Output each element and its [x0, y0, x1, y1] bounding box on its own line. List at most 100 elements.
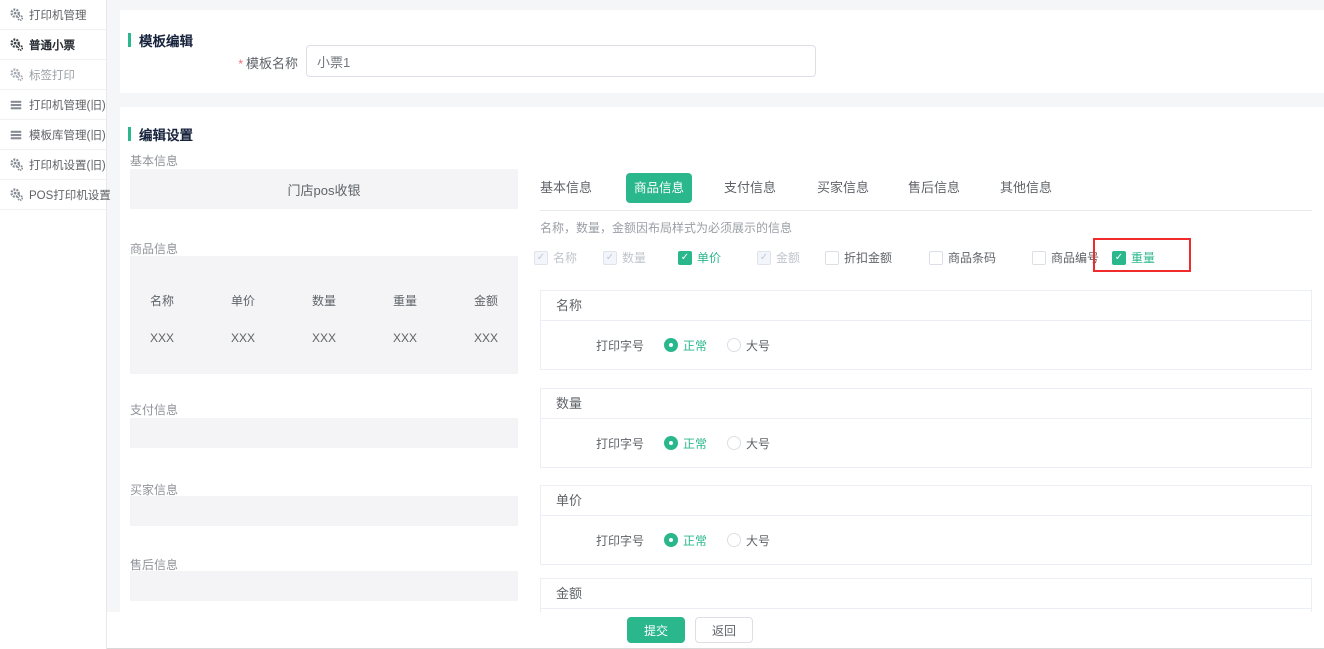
required-fields-note: 名称，数量，金额因布局样式为必须展示的信息	[540, 219, 792, 236]
preview-payment-info-label: 支付信息	[130, 401, 178, 418]
sidebar-item-label-printing[interactable]: 标签打印	[0, 60, 106, 90]
checkbox-icon	[603, 251, 617, 265]
sidebar-item-label: 标签打印	[29, 67, 75, 83]
back-button[interactable]: 返回	[695, 617, 753, 643]
checkbox-amount[interactable]: 金额	[757, 249, 800, 266]
submit-button[interactable]: 提交	[627, 617, 685, 643]
radio-icon	[727, 436, 741, 450]
panel-title: 名称	[541, 291, 1311, 321]
section-header-template-edit: 模板编辑	[128, 30, 193, 50]
checkbox-icon	[1032, 251, 1046, 265]
checkbox-goods-barcode[interactable]: 商品条码	[929, 249, 996, 266]
goods-cell: XXX	[472, 331, 500, 345]
sidebar-item-label: 普通小票	[29, 37, 75, 53]
goods-col-header: 重量	[391, 292, 419, 309]
checkbox-name[interactable]: 名称	[534, 249, 577, 266]
panel-body: 打印字号 正常 大号	[541, 321, 1311, 369]
edit-settings-section: 编辑设置 基本信息 门店pos收银 商品信息 名称 单价 数量 重量 金额 XX…	[120, 107, 1324, 649]
cogs-icon	[10, 38, 23, 51]
template-edit-section: 模板编辑 *模板名称	[120, 10, 1324, 93]
tabs-divider	[540, 210, 1312, 211]
green-accent-bar	[128, 33, 131, 47]
checkbox-icon	[825, 251, 839, 265]
goods-cell: XXX	[229, 331, 257, 345]
radio-icon	[727, 338, 741, 352]
tab-other-info[interactable]: 其他信息	[1000, 173, 1052, 203]
goods-col-header: 数量	[310, 292, 338, 309]
checkbox-goods-number[interactable]: 商品编号	[1032, 249, 1099, 266]
radio-normal[interactable]: 正常	[664, 532, 707, 549]
sidebar-item-label: POS打印机设置	[29, 187, 111, 203]
preview-basic-info-label: 基本信息	[130, 152, 178, 169]
preview-buyer-info-box	[130, 496, 518, 526]
sidebar-item-printer-settings-old[interactable]: 打印机设置(旧)	[0, 150, 106, 180]
tab-goods-info[interactable]: 商品信息	[626, 173, 692, 203]
cogs-icon	[10, 68, 23, 81]
tab-payment-info[interactable]: 支付信息	[724, 173, 776, 203]
sidebar: 打印机管理 普通小票 标签打印 打印机管理(旧) 模板库管理(旧)	[0, 0, 107, 649]
tab-aftersale-info[interactable]: 售后信息	[908, 173, 960, 203]
panel-title: 单价	[541, 486, 1311, 516]
panel-body: 打印字号 正常 大号	[541, 516, 1311, 564]
print-font-size-label: 打印字号	[596, 532, 644, 549]
footer-bar: 提交 返回	[107, 612, 1324, 649]
goods-table-value-row: XXX XXX XXX XXX XXX	[130, 309, 518, 345]
panel-name: 名称 打印字号 正常 大号	[540, 290, 1312, 370]
sidebar-item-printer-management[interactable]: 打印机管理	[0, 0, 106, 30]
goods-cell: XXX	[310, 331, 338, 345]
cogs-icon	[10, 158, 23, 171]
sidebar-item-label: 打印机设置(旧)	[29, 157, 106, 173]
info-tabs: 基本信息 商品信息 支付信息 买家信息 售后信息 其他信息	[540, 173, 1312, 203]
receipt-title: 门店pos收银	[288, 180, 361, 199]
cogs-icon	[10, 8, 23, 21]
goods-col-header: 单价	[229, 292, 257, 309]
preview-basic-info-box: 门店pos收银	[130, 169, 518, 209]
panel-title: 数量	[541, 389, 1311, 419]
sidebar-item-template-library-old[interactable]: 模板库管理(旧)	[0, 120, 106, 150]
radio-icon	[664, 338, 678, 352]
template-name-input[interactable]	[306, 45, 816, 77]
radio-normal[interactable]: 正常	[664, 435, 707, 452]
checkbox-icon	[757, 251, 771, 265]
list-icon	[10, 128, 23, 141]
radio-icon	[664, 533, 678, 547]
section-title: 模板编辑	[139, 30, 193, 50]
checkbox-discount-amount[interactable]: 折扣金额	[825, 249, 892, 266]
sidebar-item-label: 模板库管理(旧)	[29, 127, 106, 143]
sidebar-item-normal-receipt[interactable]: 普通小票	[0, 30, 106, 60]
sidebar-item-label: 打印机管理(旧)	[29, 97, 106, 113]
print-font-size-label: 打印字号	[596, 337, 644, 354]
preview-aftersale-info-box	[130, 571, 518, 601]
preview-goods-info-box: 名称 单价 数量 重量 金额 XXX XXX XXX XXX XXX	[130, 256, 518, 374]
checkbox-unit-price[interactable]: 单价	[678, 249, 721, 266]
sidebar-item-printer-management-old[interactable]: 打印机管理(旧)	[0, 90, 106, 120]
radio-icon	[727, 533, 741, 547]
goods-cell: XXX	[391, 331, 419, 345]
radio-large[interactable]: 大号	[727, 337, 770, 354]
checkbox-weight[interactable]: 重量	[1112, 249, 1155, 266]
goods-col-header: 金额	[472, 292, 500, 309]
panel-title: 金额	[541, 579, 1311, 609]
receipt-template-editor-page: 打印机管理 普通小票 标签打印 打印机管理(旧) 模板库管理(旧)	[0, 0, 1324, 649]
sidebar-item-pos-printer-settings[interactable]: POS打印机设置	[0, 180, 106, 210]
goods-field-checkboxes: 名称 数量 单价 金额 折扣金额 商品条码	[120, 249, 1324, 269]
panel-unit-price: 单价 打印字号 正常 大号	[540, 485, 1312, 565]
checkbox-icon	[1112, 251, 1126, 265]
tab-basic-info[interactable]: 基本信息	[540, 173, 592, 203]
checkbox-icon	[534, 251, 548, 265]
goods-cell: XXX	[148, 331, 176, 345]
panel-quantity: 数量 打印字号 正常 大号	[540, 388, 1312, 468]
panel-body: 打印字号 正常 大号	[541, 419, 1311, 467]
cogs-icon	[10, 188, 23, 201]
radio-large[interactable]: 大号	[727, 435, 770, 452]
preview-payment-info-box	[130, 418, 518, 448]
sidebar-item-label: 打印机管理	[29, 7, 87, 23]
section-header-edit-settings: 编辑设置	[128, 124, 193, 144]
radio-normal[interactable]: 正常	[664, 337, 707, 354]
tab-buyer-info[interactable]: 买家信息	[817, 173, 869, 203]
goods-col-header: 名称	[148, 292, 176, 309]
required-asterisk: *	[238, 57, 243, 71]
checkbox-quantity[interactable]: 数量	[603, 249, 646, 266]
radio-large[interactable]: 大号	[727, 532, 770, 549]
footer-buttons: 提交 返回	[627, 617, 753, 643]
